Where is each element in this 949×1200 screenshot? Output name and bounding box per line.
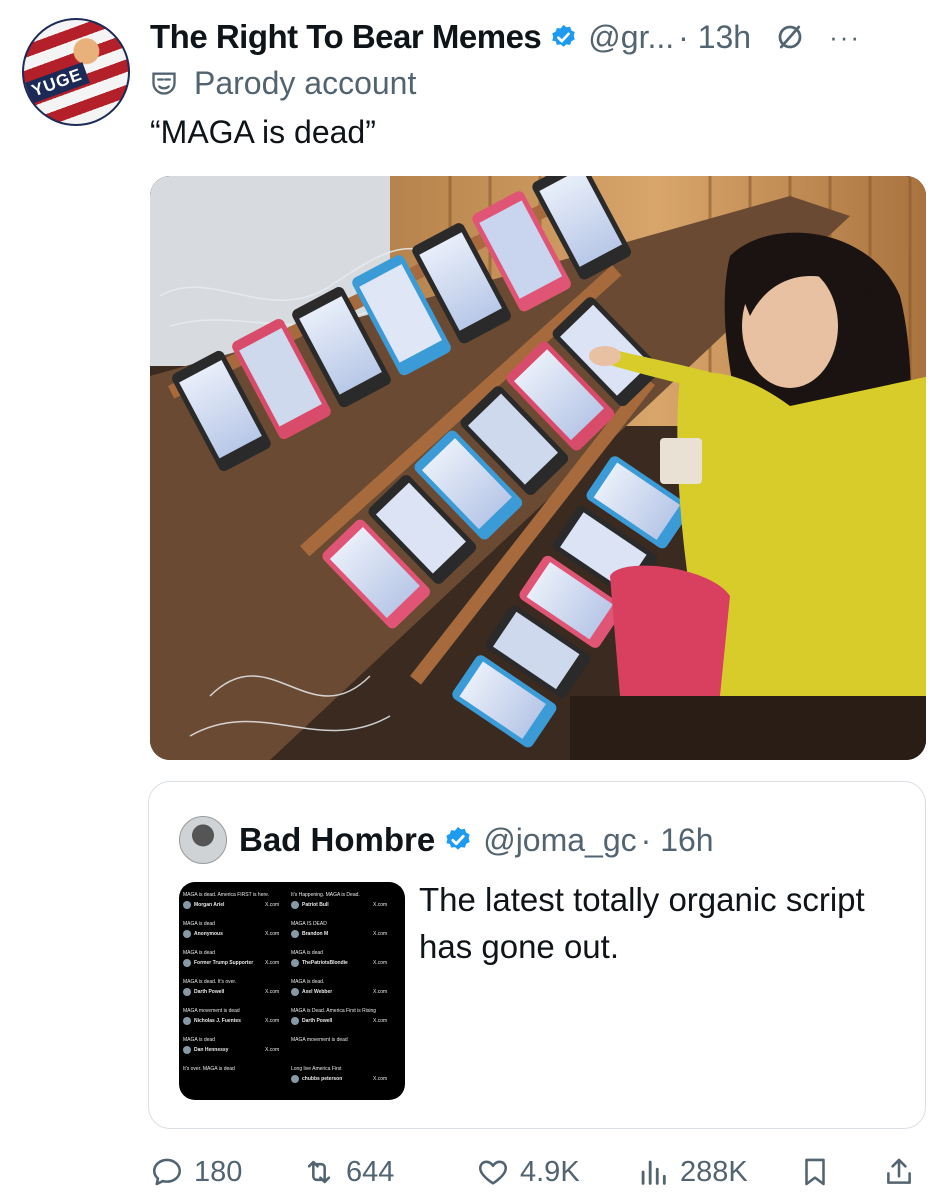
thumbnail-avatar xyxy=(183,988,191,996)
thumbnail-avatar xyxy=(291,988,299,996)
views-count: 288K xyxy=(680,1155,748,1188)
thumbnail-author-name: Anonymous xyxy=(194,931,223,937)
tweet-header: The Right To Bear Memes @gr... · 13h ··· xyxy=(150,14,940,60)
thumbnail-author-name: Axel Webber xyxy=(302,989,332,995)
parody-mask-icon xyxy=(152,72,176,95)
thumbnail-source: X.com xyxy=(265,1018,279,1024)
thumbnail-source: X.com xyxy=(373,989,387,995)
repost-count: 644 xyxy=(346,1155,395,1188)
bookmark-button[interactable] xyxy=(798,1146,842,1198)
search-results-screenshot: MAGA is dead. America FIRST is here. Morg… xyxy=(183,892,387,1083)
thumbnail-source: X.com xyxy=(265,1047,279,1053)
thumbnail-source: X.com xyxy=(373,902,387,908)
verified-badge-icon xyxy=(552,24,576,47)
reply-button[interactable]: 180 xyxy=(150,1146,242,1198)
tweet-text: “MAGA is dead” xyxy=(150,114,376,150)
quoted-tweet-image: MAGA is dead. America FIRST is here. Morg… xyxy=(179,882,405,1100)
thumbnail-avatar xyxy=(291,901,299,909)
thumbnail-post-text: MAGA is Dead. America First is Rising xyxy=(291,1008,376,1014)
parody-label: Parody account xyxy=(194,64,417,101)
thumbnail-post-text: MAGA movement is dead xyxy=(183,1008,240,1014)
like-count: 4.9K xyxy=(520,1155,580,1188)
phone-farm-image xyxy=(150,176,926,760)
thumbnail-author-name: Brandon M xyxy=(302,931,328,937)
thumbnail-author-name: Patriot Bull xyxy=(302,902,329,908)
thumbnail-author-name: Morgan Ariel xyxy=(194,902,225,908)
thumbnail-post-text: MAGA is dead. xyxy=(291,979,324,985)
thumbnail-avatar xyxy=(183,901,191,909)
thumbnail-avatar xyxy=(183,1046,191,1054)
views-icon xyxy=(641,1160,666,1185)
thumbnail-avatar xyxy=(291,1017,299,1025)
repost-icon xyxy=(307,1160,331,1184)
thumbnail-avatar xyxy=(291,1075,299,1083)
thumbnail-post-text: MAGA is dead xyxy=(291,950,323,956)
thumbnail-author-name: Former Trump Supporter xyxy=(194,960,253,966)
views-button[interactable]: 288K xyxy=(636,1146,748,1198)
thumbnail-source: X.com xyxy=(373,1076,387,1082)
thumbnail-author-name: Nicholas J. Fuentes xyxy=(194,1018,241,1024)
thumbnail-source: X.com xyxy=(265,902,279,908)
thumbnail-source: X.com xyxy=(373,960,387,966)
thumbnail-source: X.com xyxy=(265,931,279,937)
thumbnail-author-name: ThePatriotsBlondie xyxy=(302,960,348,966)
like-button[interactable]: 4.9K xyxy=(476,1146,580,1198)
tweet-time[interactable]: · 13h xyxy=(678,19,751,56)
thumbnail-author-name: Dan Hennessy xyxy=(194,1047,229,1053)
thumbnail-avatar xyxy=(183,930,191,938)
parody-account-label: Parody account xyxy=(150,62,416,104)
mute-icon[interactable] xyxy=(775,22,805,52)
thumbnail-source: X.com xyxy=(373,931,387,937)
quoted-author-handle: @joma_gc xyxy=(483,821,637,858)
thumbnail-author-name: Darth Powell xyxy=(302,1018,333,1024)
author-avatar[interactable]: YUGE xyxy=(22,18,130,126)
bookmark-icon xyxy=(805,1158,825,1186)
verified-badge-icon xyxy=(446,826,470,850)
thumbnail-post-text: MAGA movement is dead xyxy=(291,1037,348,1043)
thumbnail-post-text: MAGA is dead xyxy=(183,950,215,956)
thumbnail-post-text: MAGA is dead xyxy=(183,1037,215,1043)
thumbnail-avatar xyxy=(183,959,191,967)
tweet-photo[interactable] xyxy=(150,176,926,760)
share-icon xyxy=(887,1158,911,1184)
thumbnail-author-name: chubbs peterson xyxy=(302,1076,342,1082)
more-icon[interactable]: ··· xyxy=(829,22,861,53)
reply-count: 180 xyxy=(194,1155,243,1188)
share-button[interactable] xyxy=(882,1146,926,1198)
thumbnail-source: X.com xyxy=(265,960,279,966)
author-handle[interactable]: @gr... xyxy=(588,19,674,56)
like-icon xyxy=(479,1160,507,1185)
thumbnail-post-text: Long live America First xyxy=(291,1066,342,1072)
thumbnail-post-text: MAGA is dead. It's over. xyxy=(183,979,236,985)
thumbnail-author-name: Darth Powell xyxy=(194,989,225,995)
repost-button[interactable]: 644 xyxy=(302,1146,394,1198)
thumbnail-post-text: It's over. MAGA is dead xyxy=(183,1066,235,1072)
quoted-tweet-header: Bad Hombre @joma_gc · 16h xyxy=(179,816,714,864)
tweet-action-bar: 180 644 4.9K 288K xyxy=(150,1146,940,1198)
thumbnail-avatar xyxy=(291,930,299,938)
reply-icon xyxy=(152,1158,182,1186)
quoted-tweet-text: The latest totally organic script has go… xyxy=(419,881,865,965)
thumbnail-avatar xyxy=(183,1017,191,1025)
avatar-text: YUGE xyxy=(24,62,91,104)
author-name[interactable]: The Right To Bear Memes xyxy=(150,18,542,56)
quoted-author-name: Bad Hombre xyxy=(239,821,436,858)
thumbnail-source: X.com xyxy=(265,989,279,995)
thumbnail-post-text: MAGA IS DEAD xyxy=(291,921,327,927)
thumbnail-post-text: MAGA is dead xyxy=(183,921,215,927)
thumbnail-post-text: MAGA is dead. America FIRST is here. xyxy=(183,892,269,898)
quoted-tweet-time: · 16h xyxy=(640,821,714,858)
thumbnail-avatar xyxy=(291,959,299,967)
thumbnail-post-text: It's Happening. MAGA is Dead. xyxy=(291,892,360,898)
quoted-author-avatar xyxy=(179,816,227,864)
thumbnail-source: X.com xyxy=(373,1018,387,1024)
quoted-tweet[interactable]: Bad Hombre @joma_gc · 16h MAGA is dead. … xyxy=(148,781,926,1129)
